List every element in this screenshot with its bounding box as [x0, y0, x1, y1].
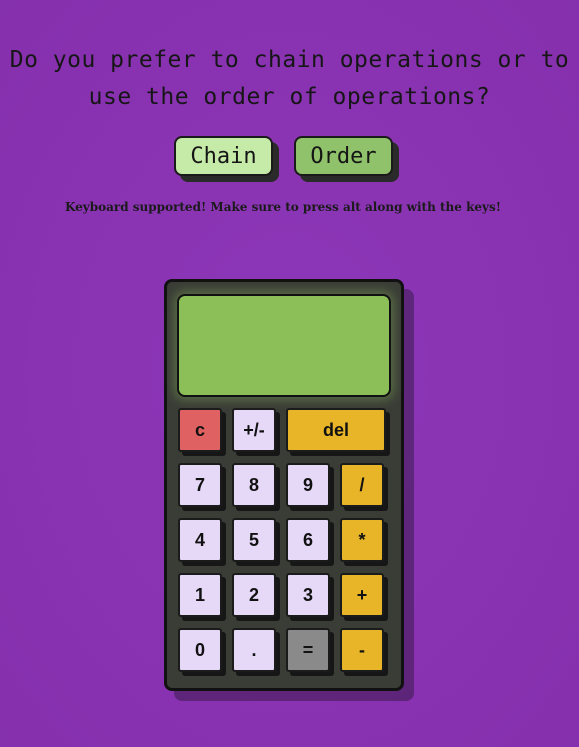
key-7[interactable]: 7	[178, 463, 222, 507]
order-mode-button[interactable]: Order	[294, 136, 393, 176]
key-0[interactable]: 0	[178, 628, 222, 672]
key-5[interactable]: 5	[232, 518, 276, 562]
mode-question-line-2: use the order of operations?	[88, 84, 491, 110]
key-6[interactable]: 6	[286, 518, 330, 562]
divide-key[interactable]: /	[340, 463, 384, 507]
key-1[interactable]: 1	[178, 573, 222, 617]
key-3[interactable]: 3	[286, 573, 330, 617]
subtract-key[interactable]: -	[340, 628, 384, 672]
mode-question: Do you prefer to chain operations or to …	[0, 42, 579, 116]
add-key[interactable]: +	[340, 573, 384, 617]
keyboard-hint: Keyboard supported! Make sure to press a…	[64, 200, 502, 214]
key-9[interactable]: 9	[286, 463, 330, 507]
calculator: c +/- del 7 8 9 / 4 5 6 * 1 2 3 + 0 . = …	[164, 279, 404, 691]
delete-key[interactable]: del	[286, 408, 386, 452]
equals-key[interactable]: =	[286, 628, 330, 672]
chain-mode-button[interactable]: Chain	[174, 136, 273, 176]
mode-question-line-1: Do you prefer to chain operations or to	[9, 47, 570, 73]
key-2[interactable]: 2	[232, 573, 276, 617]
multiply-key[interactable]: *	[340, 518, 384, 562]
calculator-display	[177, 294, 391, 397]
decimal-key[interactable]: .	[232, 628, 276, 672]
key-4[interactable]: 4	[178, 518, 222, 562]
key-8[interactable]: 8	[232, 463, 276, 507]
sign-toggle-key[interactable]: +/-	[232, 408, 276, 452]
clear-key[interactable]: c	[178, 408, 222, 452]
